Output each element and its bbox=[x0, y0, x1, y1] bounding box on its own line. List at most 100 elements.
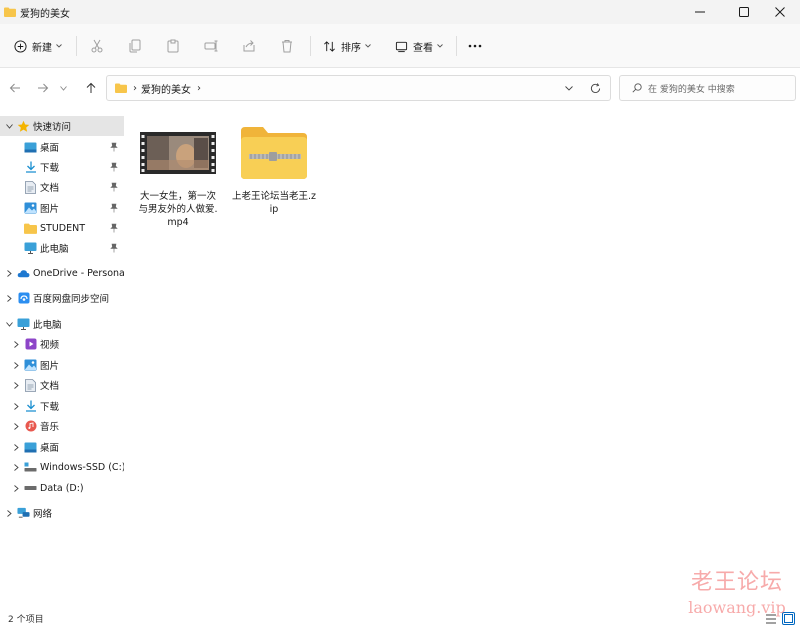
copy-icon bbox=[129, 39, 141, 53]
chevron-right-icon[interactable] bbox=[11, 401, 21, 411]
chevron-down-icon[interactable] bbox=[4, 319, 14, 329]
large-icons-view-button[interactable] bbox=[782, 612, 795, 625]
sidebar-item-music[interactable]: 音乐 bbox=[0, 416, 124, 436]
paste-button[interactable] bbox=[162, 32, 184, 60]
sidebar-item-label: OneDrive - Persona bbox=[33, 267, 124, 279]
more-button[interactable] bbox=[464, 32, 486, 60]
sidebar-item-onedrive[interactable]: OneDrive - Persona bbox=[0, 263, 124, 283]
sidebar-item-label: 快速访问 bbox=[33, 122, 72, 133]
large-icons-view-icon bbox=[784, 614, 793, 623]
chevron-right-icon[interactable] bbox=[11, 360, 21, 370]
chevron-down-icon[interactable] bbox=[4, 121, 14, 131]
view-label: 查看 bbox=[413, 42, 433, 54]
refresh-button[interactable] bbox=[585, 76, 605, 100]
sidebar-item-drive-d[interactable]: Data (D:) bbox=[0, 478, 124, 498]
chevron-down-icon bbox=[59, 85, 67, 91]
sidebar-item-label: 图片 bbox=[40, 361, 60, 372]
zip-folder-icon bbox=[236, 122, 312, 184]
address-history-button[interactable] bbox=[559, 76, 579, 100]
sidebar-item-label: 文档 bbox=[40, 183, 60, 194]
paste-icon bbox=[167, 39, 179, 53]
sidebar-item-downloads-pc[interactable]: 下载 bbox=[0, 396, 124, 416]
sidebar-item-label: 桌面 bbox=[40, 143, 60, 154]
sidebar-item-label: 视频 bbox=[40, 340, 60, 351]
forward-button[interactable] bbox=[32, 77, 54, 99]
file-item-video[interactable]: 大一女生，第一次与男友外的人做爱.mp4 bbox=[136, 122, 220, 229]
document-icon bbox=[24, 180, 37, 194]
cut-button[interactable] bbox=[86, 32, 108, 60]
chevron-right-icon[interactable] bbox=[4, 268, 14, 278]
sort-button[interactable]: 排序 bbox=[318, 32, 376, 60]
folder-icon bbox=[4, 7, 16, 17]
chevron-right-icon[interactable] bbox=[11, 339, 21, 349]
sidebar-item-downloads[interactable]: 下载 bbox=[0, 157, 124, 177]
details-view-button[interactable] bbox=[764, 612, 777, 625]
sidebar-item-label: 百度网盘同步空间 bbox=[33, 294, 110, 305]
share-button[interactable] bbox=[238, 32, 260, 60]
toolbar-separator bbox=[76, 36, 77, 56]
refresh-icon bbox=[590, 82, 600, 93]
computer-icon bbox=[24, 242, 37, 255]
star-icon bbox=[17, 120, 30, 133]
maximize-icon bbox=[739, 7, 749, 17]
address-bar[interactable]: › 爱狗的美女 › bbox=[106, 75, 611, 101]
sidebar-item-documents[interactable]: 文档 bbox=[0, 177, 124, 197]
pin-icon bbox=[110, 162, 118, 172]
chevron-right-icon[interactable] bbox=[11, 380, 21, 390]
toolbar-separator bbox=[456, 36, 457, 56]
new-button[interactable]: 新建 bbox=[8, 32, 68, 60]
sidebar-item-student[interactable]: STUDENT bbox=[0, 218, 124, 238]
sidebar-item-documents-pc[interactable]: 文档 bbox=[0, 375, 124, 395]
sidebar-item-network[interactable]: 网络 bbox=[0, 503, 124, 523]
chevron-right-icon[interactable] bbox=[11, 483, 21, 493]
close-button[interactable] bbox=[760, 0, 800, 24]
sidebar-item-this-pc-pinned[interactable]: 此电脑 bbox=[0, 238, 124, 258]
delete-icon bbox=[282, 40, 292, 53]
sidebar-item-drive-c[interactable]: Windows-SSD (C:) bbox=[0, 457, 124, 477]
chevron-down-icon bbox=[365, 44, 371, 48]
minimize-icon bbox=[695, 11, 705, 13]
delete-button[interactable] bbox=[276, 32, 298, 60]
minimize-button[interactable] bbox=[680, 0, 720, 24]
sidebar-item-desktop-pc[interactable]: 桌面 bbox=[0, 437, 124, 457]
maximize-button[interactable] bbox=[724, 0, 764, 24]
sort-icon bbox=[324, 40, 335, 52]
search-box[interactable]: 在 爱狗的美女 中搜索 bbox=[619, 75, 796, 101]
chevron-right-icon[interactable] bbox=[4, 508, 14, 518]
sidebar-item-desktop[interactable]: 桌面 bbox=[0, 137, 124, 157]
back-button[interactable] bbox=[4, 77, 26, 99]
sidebar-item-videos[interactable]: 视频 bbox=[0, 334, 124, 354]
pictures-icon bbox=[24, 202, 37, 215]
sidebar-item-label: 下载 bbox=[40, 402, 60, 413]
copy-button[interactable] bbox=[124, 32, 146, 60]
chevron-right-icon[interactable] bbox=[4, 293, 14, 303]
cloud-icon bbox=[17, 267, 30, 280]
sidebar-item-pictures-pc[interactable]: 图片 bbox=[0, 355, 124, 375]
close-icon bbox=[775, 7, 785, 17]
new-label: 新建 bbox=[32, 42, 52, 54]
chevron-down-icon bbox=[437, 44, 443, 48]
arrow-right-icon bbox=[38, 83, 49, 93]
breadcrumb-current[interactable]: 爱狗的美女 bbox=[141, 81, 191, 96]
file-name: 上老王论坛当老王.zip bbox=[232, 191, 317, 215]
chevron-right-icon[interactable] bbox=[11, 421, 21, 431]
folder-icon bbox=[115, 83, 127, 93]
videos-icon bbox=[24, 338, 37, 351]
view-icon bbox=[395, 41, 408, 52]
up-button[interactable] bbox=[80, 77, 102, 99]
recent-locations-button[interactable] bbox=[56, 77, 70, 99]
rename-button[interactable] bbox=[200, 32, 222, 60]
sidebar-item-pictures[interactable]: 图片 bbox=[0, 198, 124, 218]
desktop-icon bbox=[24, 141, 37, 154]
chevron-right-icon[interactable] bbox=[11, 442, 21, 452]
title-bar: 爱狗的美女 bbox=[0, 0, 800, 24]
file-item-zip[interactable]: 上老王论坛当老王.zip bbox=[232, 122, 316, 216]
sidebar-item-this-pc[interactable]: 此电脑 bbox=[0, 314, 124, 334]
sidebar-item-baidu-sync[interactable]: 百度网盘同步空间 bbox=[0, 288, 124, 308]
sidebar-item-label: 下载 bbox=[40, 163, 60, 174]
chevron-right-icon[interactable] bbox=[11, 462, 21, 472]
video-thumbnail-icon bbox=[140, 122, 216, 184]
sidebar-item-quick-access[interactable]: 快速访问 bbox=[0, 116, 124, 136]
view-button[interactable]: 查看 bbox=[390, 32, 448, 60]
sidebar-item-label: 音乐 bbox=[40, 422, 60, 433]
